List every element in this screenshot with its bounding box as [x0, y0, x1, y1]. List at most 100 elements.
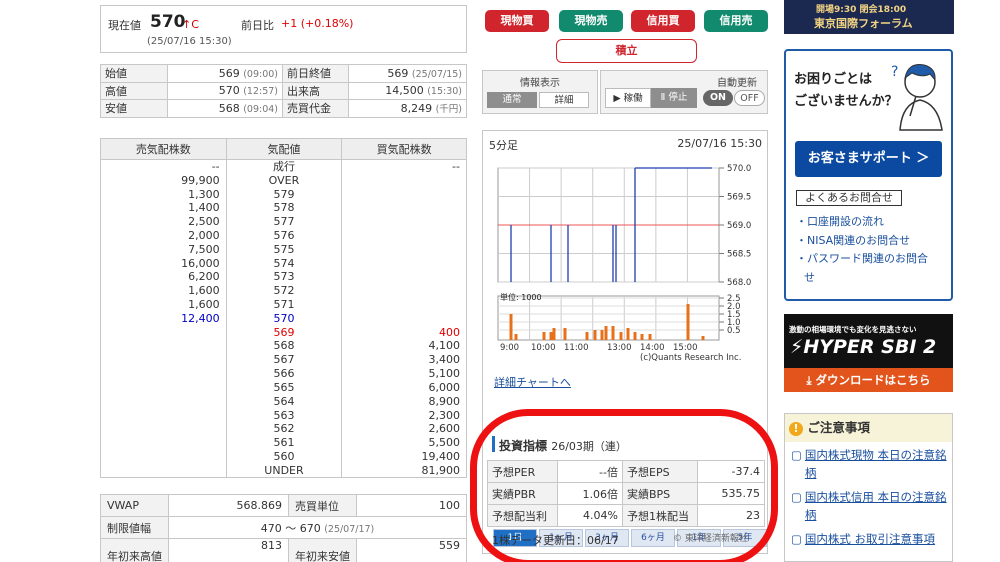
ohlc-label: 高値 — [100, 81, 168, 100]
board-price[interactable]: 571 — [225, 297, 343, 312]
customer-support-button[interactable]: お客さまサポート ＞ — [795, 141, 942, 177]
cash-sell-button[interactable]: 現物売 — [559, 10, 623, 32]
board-buy-qty — [341, 297, 467, 312]
ohlc-value: 569 — [218, 66, 240, 80]
board-buy-qty — [341, 214, 467, 229]
faq-item[interactable]: せ — [796, 269, 928, 288]
current-price-value: 570 — [150, 12, 186, 32]
faq-item[interactable]: ・口座開設の流れ — [796, 213, 928, 232]
display-detail-toggle[interactable]: 詳細 — [539, 92, 589, 108]
notice-link[interactable]: 国内株式 お取引注意事項 — [805, 530, 935, 548]
notice-panel: ! ご注意事項 ▢ 国内株式現物 本日の注意銘柄 ▢ 国内株式信用 本日の注意銘柄 … — [784, 413, 953, 562]
board-price[interactable]: 570 — [225, 311, 343, 326]
board-price[interactable]: 578 — [225, 200, 343, 215]
board-buy-qty: 2,300 — [341, 408, 467, 422]
tsumitate-button[interactable]: 積立 — [556, 39, 697, 63]
auto-on-toggle[interactable]: ON — [703, 90, 733, 106]
board-row: 569 400 — [100, 325, 467, 340]
ohlc-row: 始値 569 (09:00) 前日終値 569 (25/07/15) — [100, 64, 467, 83]
cash-buy-button[interactable]: 現物買 — [485, 10, 549, 32]
board-sell-qty: 1,400 — [100, 200, 227, 215]
ohlc-time: (09:00) — [243, 68, 278, 80]
board-sell-qty: 1,300 — [100, 187, 227, 201]
board-price[interactable]: UNDER — [225, 463, 343, 478]
hyper-sbi-banner[interactable]: 激動の相場環境でも変化を見逃さない ⚡HYPER SBI 2 ⤓ ダウンロードは… — [784, 314, 953, 392]
board-price[interactable]: 576 — [225, 228, 343, 243]
ohlc-label: 安値 — [100, 99, 168, 118]
svg-text:?: ? — [891, 64, 898, 80]
faq-item[interactable]: ・NISA関連のお問合せ — [796, 232, 928, 251]
board-row: -- 成行 -- — [100, 159, 467, 174]
download-label: ダウンロードはこちら — [815, 373, 931, 387]
run-button[interactable]: ▶ 稼働 — [605, 88, 651, 108]
board-price[interactable]: 572 — [225, 283, 343, 298]
board-price[interactable]: 573 — [225, 270, 343, 284]
volume-bar — [611, 326, 615, 340]
board-price[interactable]: 567 — [225, 352, 343, 367]
stop-button[interactable]: Ⅱ 停止 — [651, 88, 697, 108]
support-question-1: お困りごとは — [794, 72, 873, 87]
board-price[interactable]: OVER — [225, 173, 343, 188]
price-tick-label: 569.0 — [727, 221, 751, 231]
board-row: 2,500 577 — [100, 214, 467, 229]
support-panel: お困りごとは ございませんか？ ? お客さまサポート ＞ よくあるお問合せ ・口… — [784, 49, 953, 301]
board-price[interactable]: 560 — [225, 449, 343, 464]
volume-unit-label: 単位: 1000 — [500, 292, 542, 302]
event-banner[interactable]: 開場9:30 閉会18:00 東京国際フォーラム — [784, 0, 954, 34]
board-price[interactable]: 566 — [225, 366, 343, 381]
hyper-title: HYPER SBI 2 — [803, 336, 937, 358]
board-sell-qty: 99,900 — [100, 173, 227, 188]
board-sell-qty — [100, 435, 227, 450]
document-icon: ▢ — [791, 448, 802, 462]
margin-buy-button[interactable]: 信用買 — [631, 10, 695, 32]
board-price[interactable]: 574 — [225, 256, 343, 270]
download-button[interactable]: ⤓ ダウンロードはこちら — [784, 368, 953, 392]
ohlc-label: 売買代金 — [282, 99, 349, 118]
notice-link[interactable]: 国内株式現物 本日の注意銘柄 — [805, 446, 949, 482]
volume-bar — [585, 332, 589, 340]
ohlc-time: (千円) — [435, 104, 462, 116]
board-price[interactable]: 562 — [225, 421, 343, 436]
time-tick-label: 9:00 — [500, 343, 519, 353]
volume-bar — [549, 332, 553, 340]
notice-link[interactable]: 国内株式信用 本日の注意銘柄 — [805, 488, 949, 524]
board-buy-qty: -- — [341, 159, 467, 174]
detail-chart-link[interactable]: 詳細チャートへ — [494, 374, 571, 390]
board-price[interactable]: 575 — [225, 242, 343, 257]
board-price[interactable]: 561 — [225, 435, 343, 450]
intraday-chart: 570.0569.5569.0568.5568.02.52.01.51.00.5… — [497, 164, 751, 363]
ohlc-value-cell: 14,500 (15:30) — [348, 81, 467, 100]
vwap-value: 568.869 — [168, 494, 289, 517]
display-normal-toggle[interactable]: 通常 — [487, 92, 537, 108]
chart-period: 5分足 — [489, 139, 518, 152]
margin-sell-button[interactable]: 信用売 — [704, 10, 768, 32]
board-price[interactable]: 568 — [225, 339, 343, 353]
auto-off-toggle[interactable]: OFF — [734, 90, 765, 106]
board-sell-qty — [100, 394, 227, 409]
board-price[interactable]: 579 — [225, 187, 343, 201]
volume-bar — [600, 330, 604, 340]
time-tick-label: 13:00 — [607, 343, 632, 353]
thinking-person-icon: ? — [891, 64, 943, 131]
hyper-tagline: 激動の相場環境でも変化を見逃さない — [789, 325, 917, 334]
board-price[interactable]: 569 — [225, 325, 343, 340]
volume-bar — [563, 328, 567, 340]
faq-item[interactable]: ・パスワード関連のお問合 — [796, 250, 928, 269]
board-buy-qty — [341, 242, 467, 257]
board-price[interactable]: 577 — [225, 214, 343, 229]
board-buy-qty — [341, 187, 467, 201]
board-buy-qty — [341, 173, 467, 188]
ohlc-value-cell: 569 (09:00) — [167, 64, 283, 83]
board-price[interactable]: 563 — [225, 408, 343, 422]
notice-link-row: ▢ 国内株式 お取引注意事項 — [791, 530, 949, 548]
order-board: 売気配株数 気配値 買気配株数 -- 成行 -- 99,900 OVER 1,300 579… — [100, 138, 467, 478]
board-row: 566 5,100 — [100, 366, 467, 381]
board-row: 564 8,900 — [100, 394, 467, 409]
ohlc-value: 570 — [218, 84, 240, 98]
board-sell-qty — [100, 380, 227, 395]
board-price[interactable]: 565 — [225, 380, 343, 395]
board-price[interactable]: 成行 — [225, 159, 343, 174]
board-buy-qty: 5,100 — [341, 366, 467, 381]
board-price[interactable]: 564 — [225, 394, 343, 409]
ohlc-time: (25/07/15) — [411, 68, 462, 80]
